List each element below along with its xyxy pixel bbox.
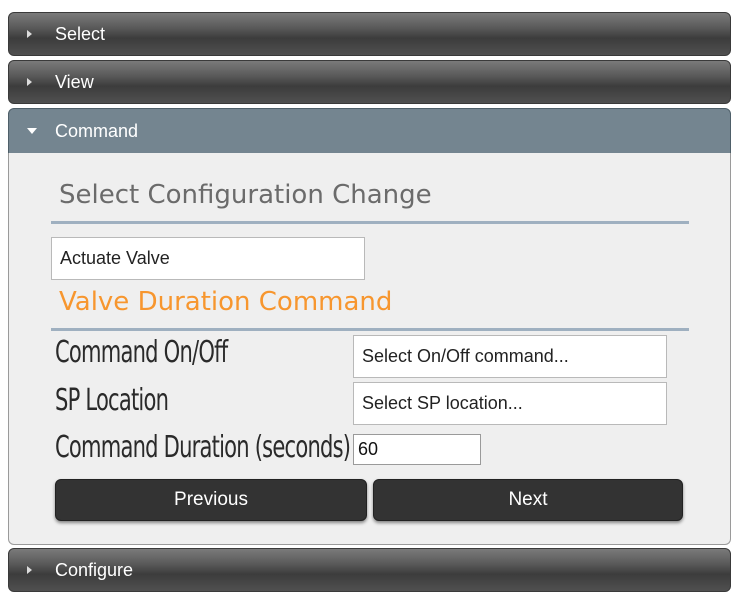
triangle-right-icon <box>27 78 49 86</box>
accordion-label-configure: Configure <box>55 559 134 580</box>
command-on-off-label: Command On/Off <box>55 335 228 370</box>
accordion-label-view: View <box>55 71 94 92</box>
sp-location-label: SP Location <box>55 383 169 418</box>
accordion-header-view[interactable]: View <box>8 60 731 104</box>
command-on-off-select[interactable]: Select On/Off command... <box>353 335 667 378</box>
command-duration-input[interactable] <box>353 434 481 465</box>
accordion-header-select[interactable]: Select <box>8 12 731 56</box>
triangle-right-icon <box>27 30 49 38</box>
valve-command-title: Valve Duration Command <box>59 287 393 317</box>
previous-button[interactable]: Previous <box>55 479 367 521</box>
config-change-select[interactable]: Actuate Valve <box>51 237 365 280</box>
config-change-divider <box>51 221 689 224</box>
command-panel: Select Configuration Change Actuate Valv… <box>8 153 731 545</box>
command-duration-label: Command Duration (seconds) <box>55 430 351 465</box>
next-button[interactable]: Next <box>373 479 683 521</box>
sp-location-select[interactable]: Select SP location... <box>353 382 667 425</box>
accordion-label-select: Select <box>55 23 106 44</box>
accordion-header-command[interactable]: Command <box>8 108 731 154</box>
config-change-title: Select Configuration Change <box>59 180 432 210</box>
triangle-right-icon <box>27 566 49 574</box>
valve-command-divider <box>51 328 689 331</box>
accordion-label-command: Command <box>55 120 139 141</box>
triangle-down-icon <box>27 128 49 134</box>
accordion-header-configure[interactable]: Configure <box>8 548 731 592</box>
